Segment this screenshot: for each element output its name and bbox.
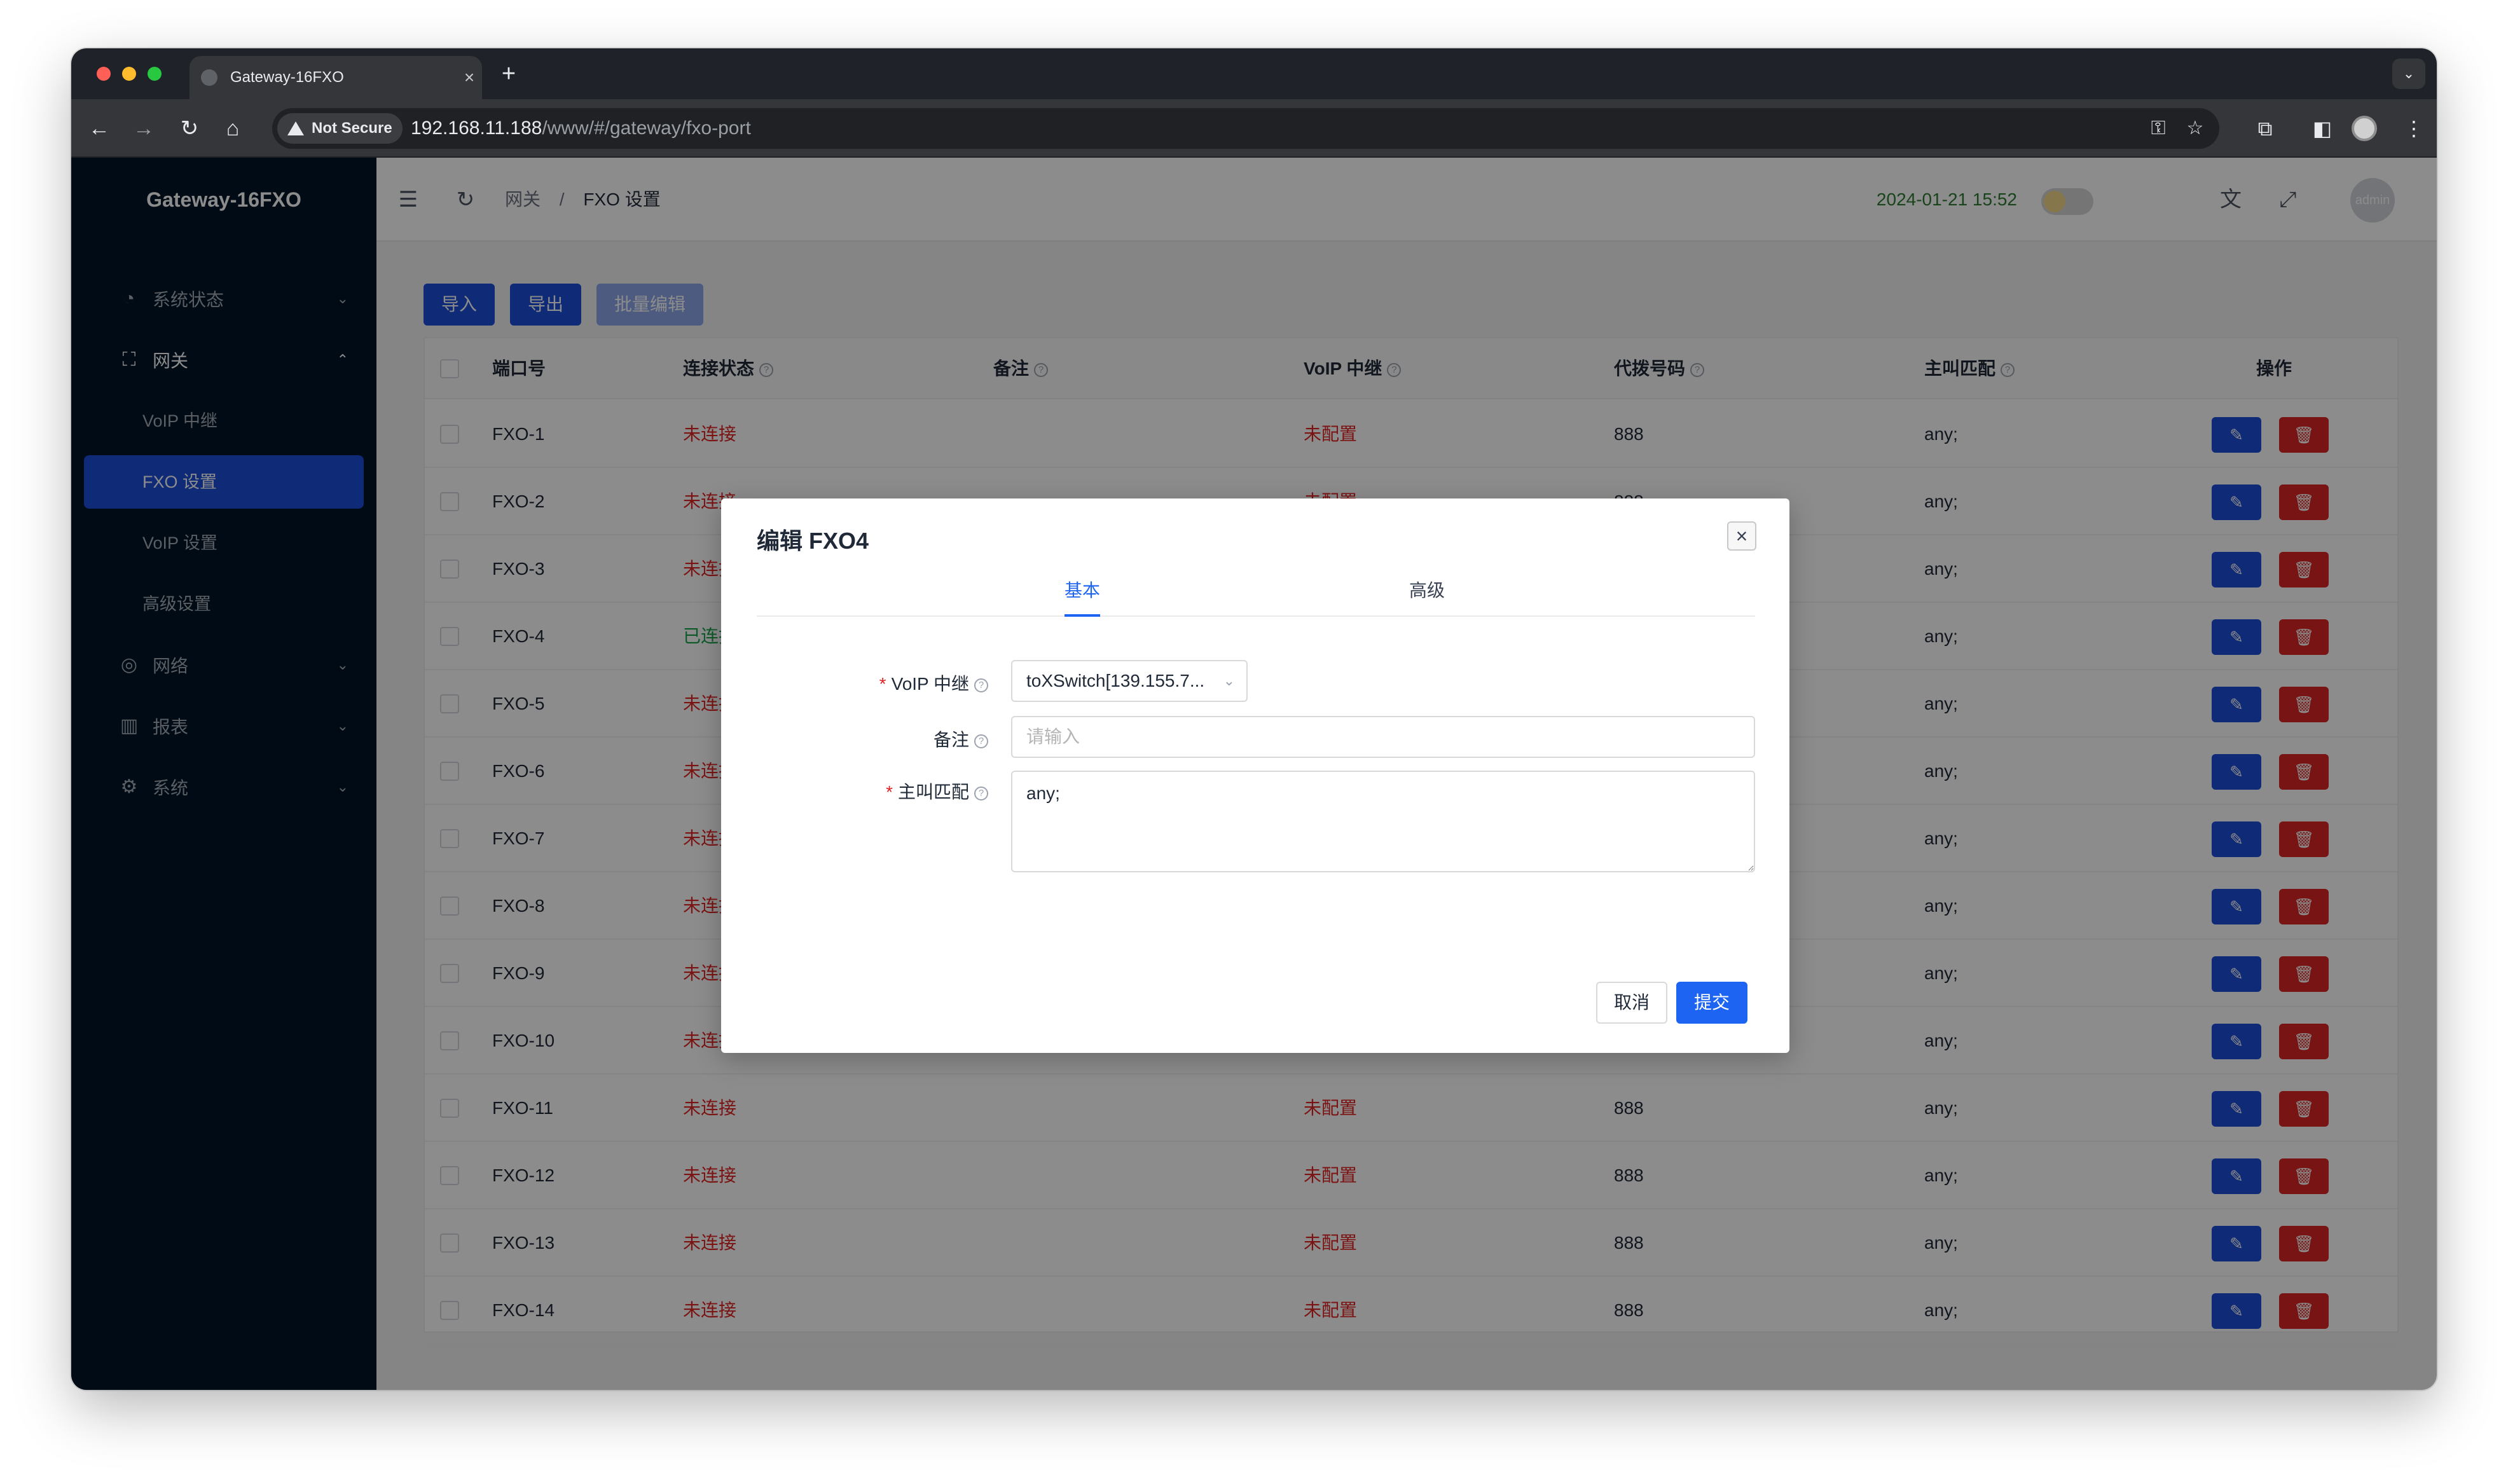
bookmark-star-icon[interactable]: ☆ [2180,113,2210,144]
profile-avatar[interactable] [2352,116,2377,141]
minimize-window-dot[interactable] [122,67,136,81]
tab-basic[interactable]: 基本 [1065,567,1101,617]
browser-toolbar: ← → ↻ ⌂ Not Secure 192.168.11.188/www/#/… [71,99,2437,158]
close-window-dot[interactable] [97,67,111,81]
close-icon[interactable]: × [1727,521,1756,551]
dialog-title: 编辑 FXO4 [757,528,869,554]
browser-tab-title: Gateway-16FXO [230,69,344,86]
back-icon[interactable]: ← [84,113,114,144]
forward-icon[interactable]: → [128,113,159,144]
home-icon[interactable]: ⌂ [217,113,248,144]
tab-advanced[interactable]: 高级 [1409,567,1445,617]
new-tab-icon[interactable]: + [495,60,523,88]
address-bar[interactable]: Not Secure 192.168.11.188/www/#/gateway/… [272,108,2219,149]
trunk-label: * VoIP 中继? [879,670,988,696]
cancel-button[interactable]: 取消 [1596,982,1668,1024]
reload-icon[interactable]: ↻ [174,113,205,144]
warning-icon [287,121,304,135]
security-label: Not Secure [312,120,392,137]
tab-search-chevron-icon[interactable]: ⌄ [2392,58,2425,89]
url-host: 192.168.11.188 [411,118,542,139]
url-text[interactable]: 192.168.11.188/www/#/gateway/fxo-port [411,108,751,149]
edit-fxo-dialog: 编辑 FXO4 × 基本 高级 * VoIP 中继? toXSwitch[139.… [721,498,1789,1053]
chevron-down-icon: ⌄ [1223,673,1235,689]
security-chip[interactable]: Not Secure [277,113,403,144]
question-icon[interactable]: ? [974,678,988,692]
tab-close-icon[interactable]: × [457,67,482,88]
browser-tab[interactable]: Gateway-16FXO × [189,56,482,99]
question-icon[interactable]: ? [974,786,988,800]
url-path: /www/#/gateway/fxo-port [542,118,751,139]
caller-match-label: * 主叫匹配? [886,778,988,804]
note-label: 备注? [934,726,988,752]
question-icon[interactable]: ? [974,734,988,748]
submit-button[interactable]: 提交 [1676,982,1748,1024]
favicon-icon [201,69,217,86]
browser-tab-strip: Gateway-16FXO × + ⌄ [71,48,2437,99]
browser-window: Gateway-16FXO × + ⌄ ← → ↻ ⌂ Not Secure 1… [71,48,2437,1390]
caller-match-textarea[interactable]: any; [1011,771,1755,872]
note-input[interactable] [1011,716,1755,758]
password-key-icon[interactable]: ⚿ [2143,113,2174,144]
voip-trunk-select[interactable]: toXSwitch[139.155.7... ⌄ [1011,660,1248,702]
maximize-window-dot[interactable] [148,67,162,81]
select-value: toXSwitch[139.155.7... [1026,671,1205,690]
dialog-tabs: 基本 高级 [757,567,1755,617]
side-panel-icon[interactable]: ◧ [2307,113,2338,144]
browser-menu-icon[interactable]: ⋮ [2399,113,2429,144]
extensions-icon[interactable]: ⧉ [2250,113,2280,144]
